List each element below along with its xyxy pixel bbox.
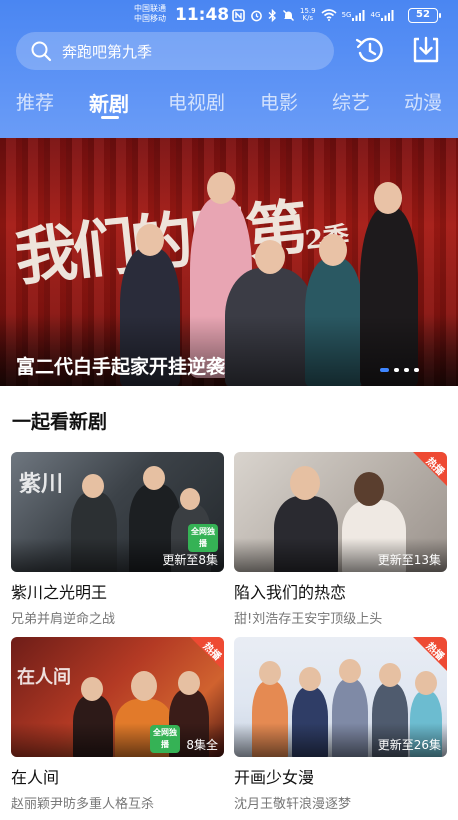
signal-4g: 4G [370, 9, 394, 21]
drama-thumbnail[interactable]: 在人间 热播 全网独播 8集全 [11, 637, 224, 757]
tab-recommend[interactable]: 推荐 [16, 88, 54, 115]
banner-figure-head [319, 234, 347, 266]
bluetooth-icon [268, 8, 277, 22]
drama-title[interactable]: 开画少女漫 [234, 764, 447, 788]
hot-badge-label: 热播 [423, 640, 446, 663]
status-icons: 15.9 K/s 5G 4G [232, 7, 394, 23]
episode-status: 更新至13集 [377, 553, 441, 567]
section-title: 一起看新剧 [12, 411, 108, 433]
tab-new-drama[interactable]: 新剧 [89, 88, 129, 117]
banner-pagination [380, 368, 419, 372]
banner-title: 富二代白手起家开挂逆袭 [16, 356, 226, 378]
signal-bars-icon [381, 9, 394, 21]
thumbnail-figure-head [290, 466, 320, 500]
signal-5g-label: 5G [341, 11, 352, 19]
signal-4g-label: 4G [370, 11, 381, 19]
hot-badge-label: 热播 [423, 455, 446, 478]
tab-anime[interactable]: 动漫 [404, 88, 442, 115]
search-bar[interactable]: 奔跑吧第九季 [16, 32, 334, 70]
active-tab-indicator [101, 116, 119, 119]
drama-subtitle: 兄弟并肩逆命之战 [11, 612, 116, 627]
thumbnail-watermark: 在人间 [17, 667, 71, 688]
thumbnail-figure-head [299, 667, 321, 691]
category-tabs: 推荐 新剧 电视剧 电影 综艺 动漫 [0, 84, 458, 120]
status-bar: 中国联通 中国移动 11:48 15.9 K/s 5G 4G 52 [0, 0, 458, 30]
banner-figure-head [374, 182, 402, 214]
carrier-top: 中国联通 [134, 4, 166, 13]
carrier-info: 中国联通 中国移动 [134, 4, 166, 24]
nfc-icon [232, 8, 245, 22]
drama-title[interactable]: 在人间 [11, 764, 224, 788]
banner-figure-head [207, 172, 235, 204]
drama-subtitle: 甜!刘浩存王安宇顶级上头 [234, 612, 383, 627]
app-header: 中国联通 中国移动 11:48 15.9 K/s 5G 4G 52 奔跑吧第九季… [0, 0, 458, 138]
tab-variety[interactable]: 综艺 [332, 88, 370, 115]
drama-subtitle: 赵丽颖尹昉多重人格互杀 [11, 797, 155, 812]
thumbnail-watermark: 紫川 [19, 471, 64, 497]
wifi-icon [321, 9, 337, 21]
alarm-icon [251, 10, 262, 21]
mute-icon [283, 9, 294, 21]
drama-title[interactable]: 紫川之光明王 [11, 579, 224, 603]
banner-dot[interactable] [414, 368, 419, 372]
thumbnail-figure-head [143, 466, 165, 490]
signal-bars-icon [352, 9, 365, 21]
tab-tv-series[interactable]: 电视剧 [168, 88, 225, 115]
exclusive-badge: 全网独播 [188, 524, 218, 552]
drama-card[interactable]: 热播 更新至26集 开画少女漫 沈月王敬轩浪漫逐梦 [234, 637, 447, 812]
thumbnail-figure-head [259, 661, 281, 685]
thumbnail-figure-head [131, 671, 157, 701]
banner-figure-head [136, 224, 164, 256]
episode-status: 8集全 [186, 738, 218, 752]
hot-badge: 热播 [178, 637, 224, 683]
drama-thumbnail[interactable]: 紫川 全网独播 更新至8集 [11, 452, 224, 572]
thumbnail-figure-head [339, 659, 361, 683]
net-speed: 15.9 K/s [300, 8, 316, 22]
hot-badge: 热播 [401, 452, 447, 498]
search-placeholder: 奔跑吧第九季 [62, 42, 153, 61]
download-icon[interactable] [410, 34, 442, 66]
drama-thumbnail[interactable]: 热播 更新至26集 [234, 637, 447, 757]
hot-badge-label: 热播 [200, 640, 223, 663]
tab-movie[interactable]: 电影 [260, 88, 298, 115]
carrier-bottom: 中国移动 [134, 14, 166, 23]
thumbnail-figure-head [180, 488, 200, 510]
exclusive-badge: 全网独播 [150, 725, 180, 753]
status-time: 11:48 [175, 5, 230, 25]
thumbnail-figure-hair [354, 472, 384, 506]
drama-subtitle: 沈月王敬轩浪漫逐梦 [234, 797, 352, 812]
hot-badge: 热播 [401, 637, 447, 683]
episode-status: 更新至8集 [162, 553, 218, 567]
search-icon [31, 41, 52, 62]
banner-figure-head [255, 240, 285, 274]
banner-dot[interactable] [394, 368, 399, 372]
drama-card[interactable]: 在人间 热播 全网独播 8集全 在人间 赵丽颖尹昉多重人格互杀 [11, 637, 224, 812]
drama-card[interactable]: 热播 更新至13集 陷入我们的热恋 甜!刘浩存王安宇顶级上头 [234, 452, 447, 627]
battery-indicator: 52 [408, 8, 441, 23]
drama-card[interactable]: 紫川 全网独播 更新至8集 紫川之光明王 兄弟并肩逆命之战 [11, 452, 224, 627]
thumbnail-figure-head [82, 474, 104, 498]
hero-banner[interactable]: 我们的甲第2季 富二代白手起家开挂逆袭 [0, 138, 458, 386]
episode-status: 更新至26集 [377, 738, 441, 752]
drama-thumbnail[interactable]: 热播 更新至13集 [234, 452, 447, 572]
signal-5g: 5G [341, 9, 366, 21]
banner-dot[interactable] [404, 368, 409, 372]
banner-dot-active[interactable] [380, 368, 389, 372]
history-icon[interactable] [354, 34, 386, 66]
thumbnail-figure-head [81, 677, 103, 701]
drama-title[interactable]: 陷入我们的热恋 [234, 579, 447, 603]
net-speed-unit: K/s [302, 14, 314, 22]
thumbnail-figure-head [379, 663, 401, 687]
